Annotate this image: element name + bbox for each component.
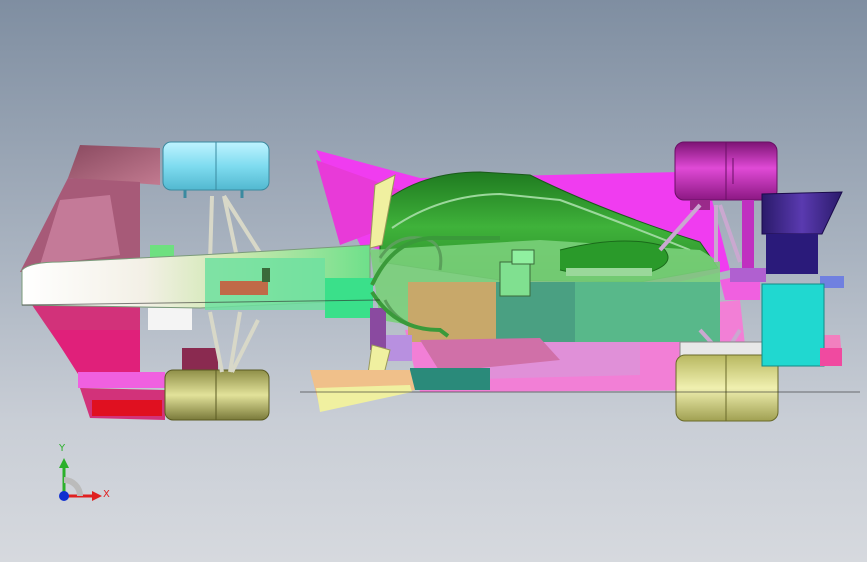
cad-viewport[interactable]: Y X (0, 0, 867, 562)
z-axis-dot (59, 491, 69, 501)
x-axis-label: X (103, 489, 110, 500)
axis-triad: Y X (50, 440, 110, 510)
car-model[interactable] (0, 0, 867, 562)
x-axis-arrowhead (92, 491, 102, 501)
y-axis-label: Y (59, 443, 66, 454)
y-axis-arrowhead (59, 458, 69, 468)
front-left-wheel[interactable] (162, 141, 270, 198)
front-right-wheel[interactable] (164, 348, 270, 421)
